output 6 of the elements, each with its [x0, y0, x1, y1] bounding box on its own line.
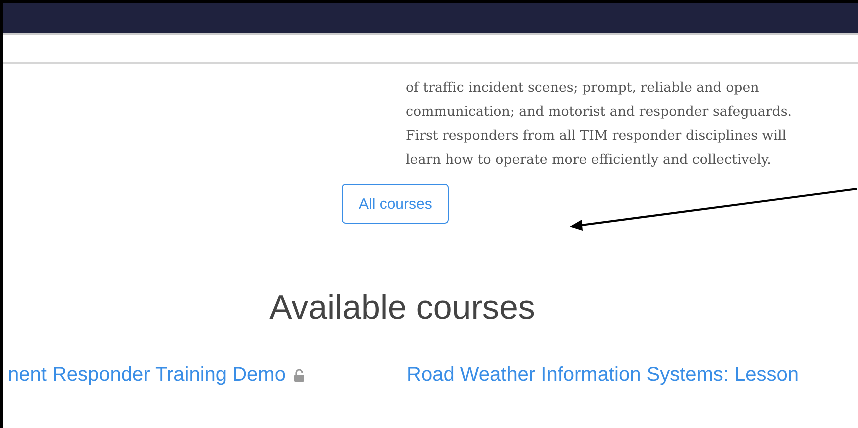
section-heading: Available courses	[268, 288, 536, 328]
all-courses-button[interactable]: All courses	[342, 184, 450, 224]
course-description: of traffic incident scenes; prompt, reliable and open communication; and motorist and responder safeguards. First responders from all TIM responder disciplines will learn how to operate more efficiently and collectively.	[406, 80, 793, 170]
lock-icon	[294, 369, 305, 382]
course-title-link[interactable]: Road Weather Information Systems: Lesson	[407, 364, 800, 387]
course-title-link[interactable]: nent Responder Training Demo	[8, 364, 286, 387]
